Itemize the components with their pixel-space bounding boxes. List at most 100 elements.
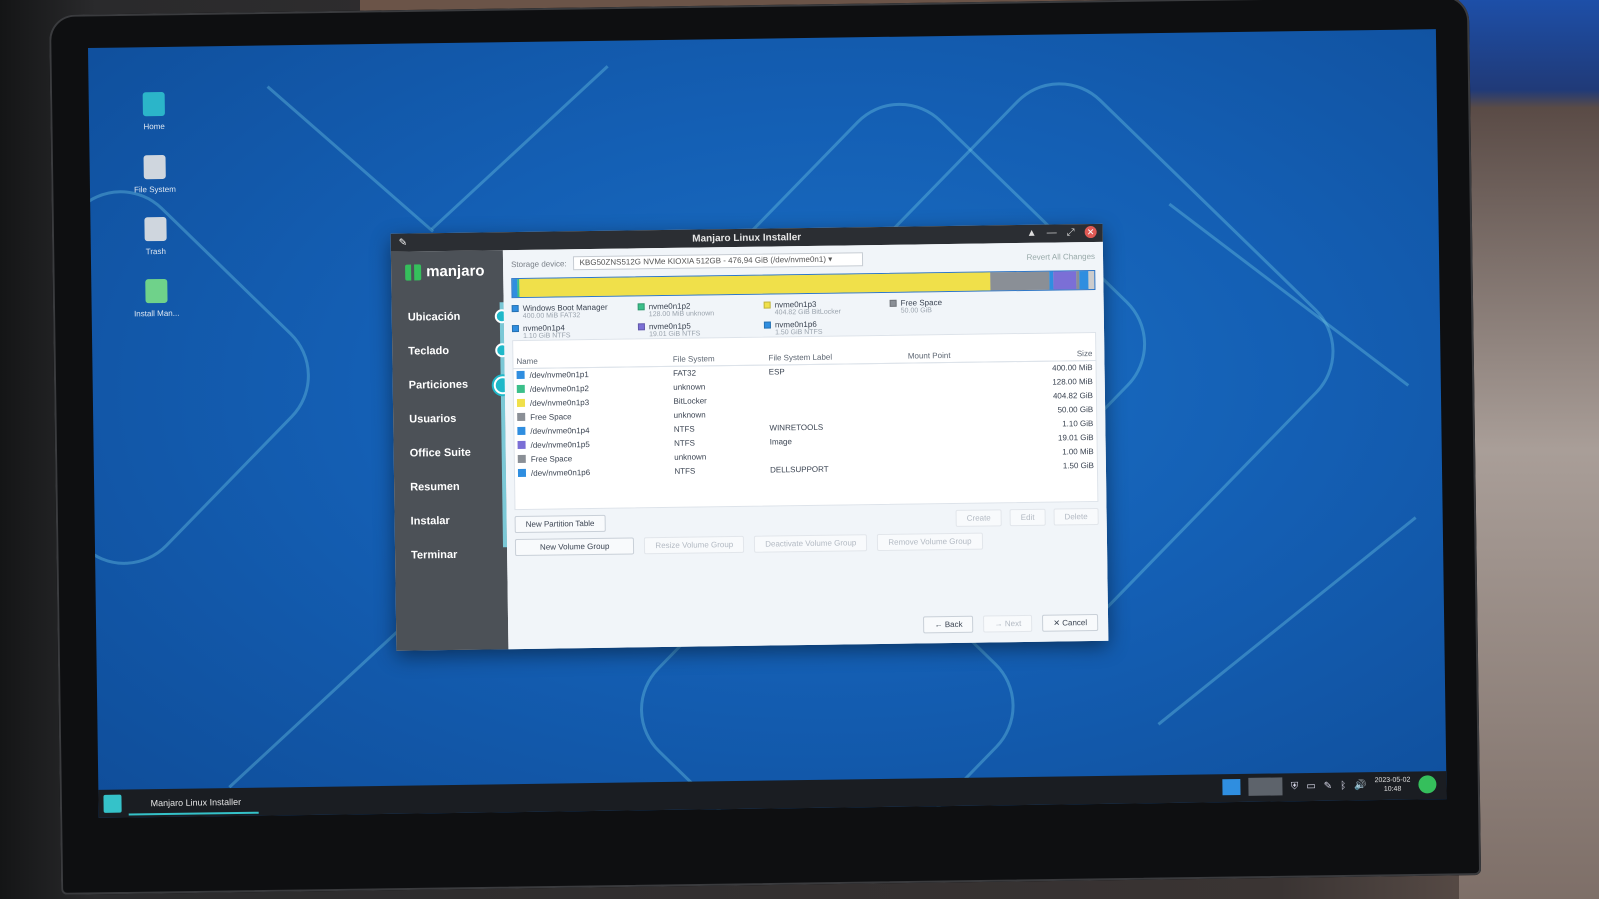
legend-swatch bbox=[763, 301, 771, 309]
power-icon[interactable] bbox=[1418, 775, 1437, 794]
new-volume-group-button[interactable]: New Volume Group bbox=[514, 537, 635, 557]
desktop-icon-label: File System bbox=[134, 184, 176, 195]
manjaro-logo: manjaro bbox=[391, 250, 503, 281]
installer-sidebar: manjaro Ubicación Teclado Particiones Us… bbox=[390, 250, 512, 651]
trash-icon bbox=[144, 216, 167, 242]
wall-right bbox=[1459, 0, 1599, 899]
desktop-icon-installer[interactable]: Install Man... bbox=[126, 278, 187, 319]
chevron-down-icon: ▾ bbox=[828, 254, 833, 264]
desktop-icon-label: Home bbox=[143, 121, 165, 132]
storage-device-select[interactable]: KBG50ZNS512G NVMe KIOXIA 512GB - 476,94 … bbox=[572, 252, 863, 271]
legend-swatch bbox=[763, 321, 771, 329]
legend-item: nvme0n1p5 19.01 GiB NTFS bbox=[637, 321, 750, 339]
partition-usage-bar bbox=[511, 269, 1096, 299]
desktop-icon-home[interactable]: Home bbox=[124, 91, 185, 132]
desktop-icon-label: Trash bbox=[145, 246, 166, 257]
cell-size: 50.00 GiB bbox=[1057, 405, 1094, 415]
cell-size: 128.00 MiB bbox=[1052, 377, 1093, 387]
legend-detail: 404.82 GiB BitLocker bbox=[774, 308, 841, 317]
create-button[interactable]: Create bbox=[955, 509, 1002, 527]
app-menu-button[interactable] bbox=[103, 794, 122, 813]
cell-mount-point bbox=[905, 390, 1003, 405]
cell-size: 1.50 GiB bbox=[1062, 460, 1094, 471]
cell-size: 1.10 GiB bbox=[1062, 419, 1094, 429]
clock-time: 10:48 bbox=[1383, 785, 1402, 793]
partition-color-swatch bbox=[517, 426, 526, 436]
cell-file-system: NTFS bbox=[674, 466, 696, 476]
wallpaper-line bbox=[228, 609, 422, 789]
storage-device-label: Storage device: bbox=[510, 258, 567, 269]
cell-file-system: NTFS bbox=[673, 424, 695, 434]
cell-mount-point bbox=[906, 432, 1004, 447]
desktop-icon-trash[interactable]: Trash bbox=[125, 216, 186, 257]
partition-name: /dev/nvme0n1p2 bbox=[529, 384, 590, 394]
cell-file-system: FAT32 bbox=[672, 368, 697, 379]
partition-color-swatch bbox=[517, 454, 526, 464]
partition-name: /dev/nvme0n1p3 bbox=[529, 398, 590, 408]
cell-file-system: BitLocker bbox=[673, 396, 707, 406]
legend-item: nvme0n1p6 1.50 GiB NTFS bbox=[763, 319, 876, 337]
partition-name: /dev/nvme0n1p4 bbox=[530, 426, 590, 436]
clipboard-icon[interactable]: ▭ bbox=[1306, 780, 1316, 791]
column-header-mount-point[interactable]: Mount Point bbox=[904, 348, 1003, 364]
partition-name: Free Space bbox=[530, 454, 573, 464]
partition-bar-segment bbox=[1078, 271, 1089, 290]
clock[interactable]: 2023-05-02 10:48 bbox=[1374, 776, 1410, 794]
edit-button[interactable]: Edit bbox=[1009, 508, 1046, 527]
remove-volume-group-button[interactable]: Remove Volume Group bbox=[877, 532, 983, 552]
cell-file-system: NTFS bbox=[673, 438, 695, 448]
partition-table: Name File System File System Label Mount… bbox=[513, 346, 1097, 481]
desktop-icon-label: Install Man... bbox=[133, 308, 180, 319]
step-usuarios: Usuarios bbox=[409, 412, 457, 426]
cell-mount-point bbox=[905, 376, 1003, 391]
volume-icon[interactable]: 🔊 bbox=[1354, 780, 1367, 791]
legend-swatch bbox=[637, 323, 645, 331]
back-button[interactable]: ← Back bbox=[923, 615, 974, 634]
legend-detail: 50.00 GiB bbox=[900, 307, 932, 315]
arrow-left-icon: ← bbox=[934, 620, 945, 630]
partition-name: Free Space bbox=[530, 412, 572, 422]
desktop-icon-filesystem[interactable]: File System bbox=[125, 154, 186, 195]
system-tray: ⛨ ▭ ✎ ᛒ 🔊 2023-05-02 10:48 bbox=[1222, 775, 1437, 796]
pen-icon[interactable]: ✎ bbox=[1324, 780, 1333, 791]
cell-size: 1.00 MiB bbox=[1062, 446, 1094, 457]
photo-background: Home File System Trash Install Man... ✎ … bbox=[0, 0, 1599, 899]
workspace-2-button[interactable] bbox=[1248, 777, 1283, 796]
cancel-button[interactable]: ✕ Cancel bbox=[1042, 613, 1099, 632]
cell-fs-label: DELLSUPPORT bbox=[770, 464, 829, 475]
legend-item: nvme0n1p3 404.82 GiB BitLocker bbox=[763, 299, 876, 317]
legend-detail: 1.10 GiB NTFS bbox=[523, 332, 571, 340]
resize-volume-group-button[interactable]: Resize Volume Group bbox=[644, 535, 745, 555]
legend-detail: 1.50 GiB NTFS bbox=[774, 328, 823, 337]
minimize-button[interactable]: — bbox=[1047, 227, 1057, 238]
keep-above-icon[interactable]: ▲ bbox=[1027, 227, 1037, 238]
delete-button[interactable]: Delete bbox=[1053, 507, 1099, 526]
column-header-file-system[interactable]: File System bbox=[669, 351, 766, 367]
legend-detail: 400.00 MiB FAT32 bbox=[522, 312, 581, 320]
partition-name: /dev/nvme0n1p5 bbox=[530, 440, 590, 450]
wallpaper-line bbox=[266, 85, 435, 233]
partition-bar-segment bbox=[519, 272, 991, 297]
close-button[interactable]: ✕ bbox=[1084, 225, 1097, 239]
legend-item: Free Space 50.00 GiB bbox=[889, 297, 1002, 315]
next-button[interactable]: → Next bbox=[983, 614, 1033, 633]
maximize-button[interactable]: ⤢ bbox=[1067, 227, 1075, 238]
workspace-1-button[interactable] bbox=[1222, 778, 1241, 796]
partition-name: /dev/nvme0n1p6 bbox=[530, 468, 591, 478]
step-resumen: Resumen bbox=[410, 480, 460, 494]
taskbar-item-label: Manjaro Linux Installer bbox=[150, 796, 242, 809]
column-header-size[interactable]: Size bbox=[1002, 346, 1096, 362]
bluetooth-icon[interactable]: ᛒ bbox=[1340, 780, 1346, 791]
cancel-label: Cancel bbox=[1062, 618, 1088, 628]
taskbar-item-installer[interactable]: Manjaro Linux Installer bbox=[128, 789, 259, 816]
next-label: Next bbox=[1004, 619, 1022, 629]
legend-swatch bbox=[511, 325, 520, 333]
revert-all-changes-button[interactable]: Revert All Changes bbox=[1026, 251, 1095, 261]
cell-size: 404.82 GiB bbox=[1052, 391, 1094, 401]
deactivate-volume-group-button[interactable]: Deactivate Volume Group bbox=[754, 534, 868, 553]
shield-icon[interactable]: ⛨ bbox=[1291, 781, 1299, 792]
new-partition-table-button[interactable]: New Partition Table bbox=[514, 514, 606, 534]
cell-mount-point bbox=[905, 362, 1003, 377]
wallpaper-line bbox=[430, 65, 609, 231]
partition-color-swatch bbox=[516, 371, 525, 380]
